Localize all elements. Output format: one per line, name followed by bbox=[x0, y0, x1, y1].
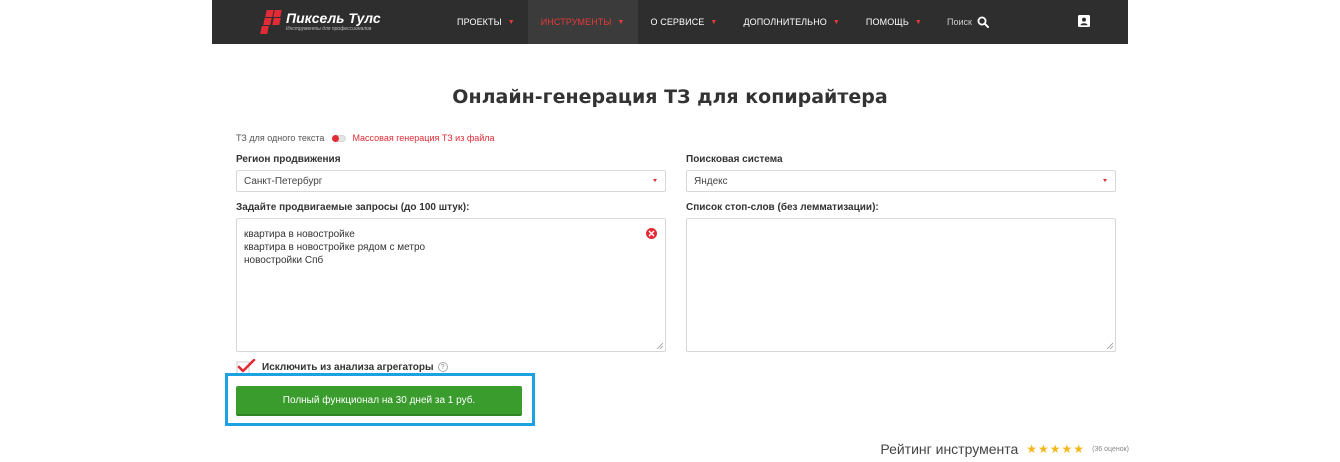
logo-tagline: Инструменты для профессионалов bbox=[286, 26, 372, 32]
clear-icon[interactable] bbox=[646, 228, 657, 239]
query-line: новостройки Спб bbox=[244, 255, 324, 266]
logo-mark-icon bbox=[260, 9, 282, 35]
caret-down-icon: ▼ bbox=[507, 18, 515, 26]
tool-rating: Рейтинг инструмента ★★★★★ (36 оценок) bbox=[880, 441, 1129, 457]
query-line: квартира в новостройке рядом с метро bbox=[244, 242, 426, 253]
stopwords-textarea[interactable] bbox=[686, 218, 1116, 352]
dropdown-arrow-icon bbox=[653, 179, 657, 182]
site-logo[interactable]: Пиксель Тулс Инструменты для профессиона… bbox=[260, 6, 381, 38]
engine-value: Яндекс bbox=[694, 175, 728, 187]
user-account-icon[interactable] bbox=[1078, 15, 1090, 27]
queries-textarea[interactable]: квартира в новостройке квартира в новост… bbox=[236, 218, 666, 352]
query-line: квартира в новостройке bbox=[244, 229, 355, 240]
full-access-button[interactable]: Полный функционал на 30 дней за 1 руб. bbox=[236, 386, 522, 416]
nav-item-tools[interactable]: Инструменты ▼ bbox=[527, 0, 638, 44]
resize-handle-icon[interactable] bbox=[1106, 342, 1113, 349]
top-navbar: Пиксель Тулс Инструменты для профессиона… bbox=[212, 0, 1128, 44]
dropdown-arrow-icon bbox=[1103, 179, 1107, 182]
main-nav: Проекты ▼ Инструменты ▼ О сервисе ▼ Допо… bbox=[444, 0, 935, 44]
nav-item-help[interactable]: Помощь ▼ bbox=[853, 0, 935, 44]
region-label: Регион продвижения bbox=[236, 154, 341, 165]
search-label: Поиск bbox=[947, 17, 972, 27]
rating-label: Рейтинг инструмента bbox=[880, 441, 1019, 457]
caret-down-icon: ▼ bbox=[710, 18, 718, 26]
caret-down-icon: ▼ bbox=[914, 18, 922, 26]
rating-stars-icon[interactable]: ★★★★★ bbox=[1026, 442, 1085, 456]
help-icon[interactable]: ? bbox=[437, 362, 448, 372]
stopwords-label: Список стоп-слов (без лемматизации): bbox=[686, 202, 879, 213]
rating-count: (36 оценок) bbox=[1092, 445, 1129, 453]
search-icon bbox=[977, 16, 989, 28]
region-select[interactable]: Санкт-Петербург bbox=[236, 170, 666, 192]
caret-down-icon: ▼ bbox=[832, 18, 840, 26]
toggle-knob bbox=[332, 134, 340, 142]
caret-down-icon: ▼ bbox=[617, 18, 625, 26]
resize-handle-icon[interactable] bbox=[656, 342, 663, 349]
nav-item-about[interactable]: О сервисе ▼ bbox=[638, 0, 731, 44]
mode-bulk-link[interactable]: Массовая генерация ТЗ из файла bbox=[352, 133, 494, 143]
nav-item-additional[interactable]: Дополнительно ▼ bbox=[730, 0, 852, 44]
logo-name: Пиксель Тулс bbox=[286, 10, 381, 26]
queries-label: Задайте продвигаемые запросы (до 100 шту… bbox=[236, 202, 470, 213]
region-value: Санкт-Петербург bbox=[244, 175, 323, 187]
mode-toggle[interactable] bbox=[332, 134, 347, 142]
nav-item-projects[interactable]: Проекты ▼ bbox=[444, 0, 528, 44]
mode-single-label: ТЗ для одного текста bbox=[236, 133, 325, 143]
engine-label: Поисковая система bbox=[686, 154, 783, 165]
engine-select[interactable]: Яндекс bbox=[686, 170, 1116, 192]
exclude-aggregators-label: Исключить из анализа агрегаторы bbox=[262, 361, 434, 373]
search-button[interactable]: Поиск bbox=[947, 0, 989, 44]
mode-switch: ТЗ для одного текста Массовая генерация … bbox=[236, 133, 495, 143]
page-title: Онлайн-генерация ТЗ для копирайтера bbox=[452, 86, 888, 108]
